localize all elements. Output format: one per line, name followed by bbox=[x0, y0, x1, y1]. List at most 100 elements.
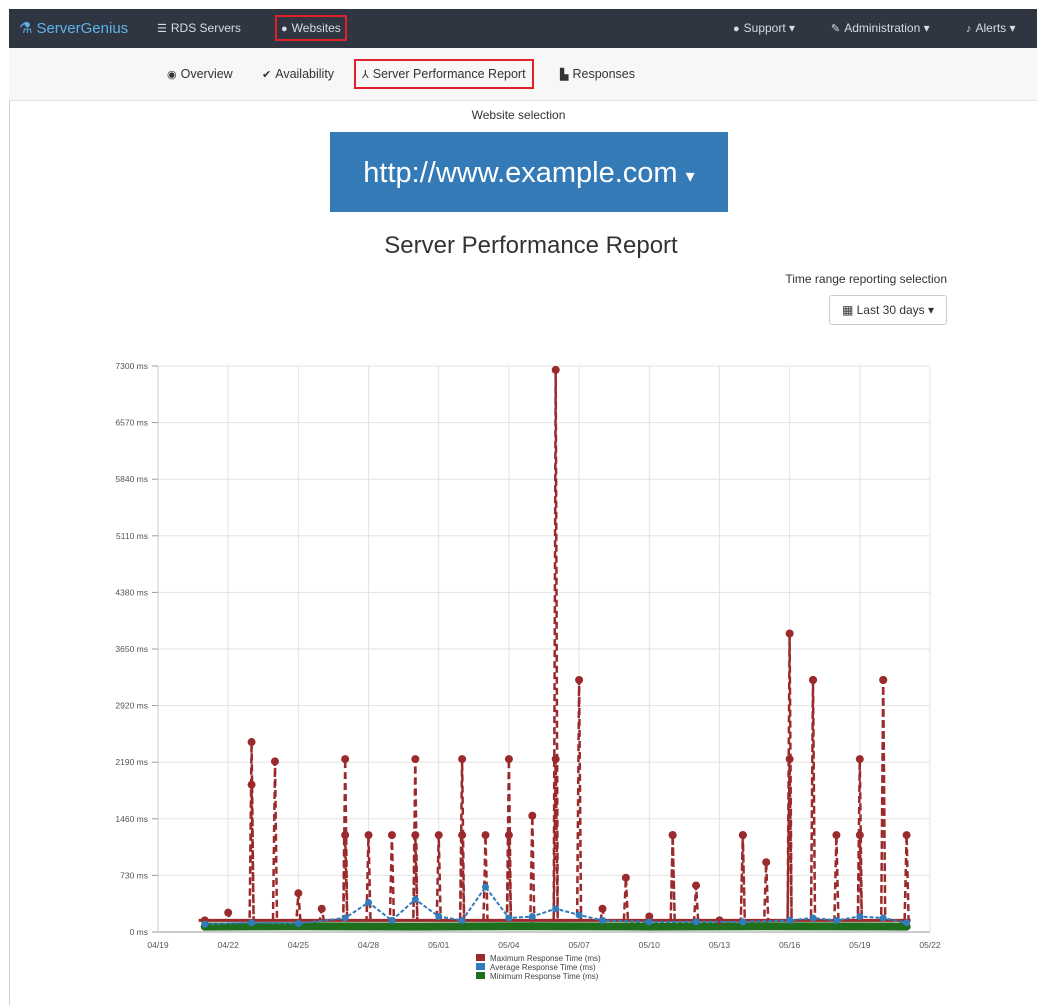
series-max-point bbox=[458, 755, 467, 764]
series-max-point bbox=[411, 831, 420, 840]
tab-responses[interactable]: ▙ Responses bbox=[560, 48, 635, 100]
series-max-point bbox=[270, 757, 279, 766]
legend-label: Maximum Response Time (ms) bbox=[490, 954, 601, 963]
globe-icon: ● bbox=[281, 23, 288, 35]
series-min-point bbox=[528, 922, 537, 931]
tab-responses-label: Responses bbox=[572, 67, 636, 81]
x-tick-label: 05/04 bbox=[498, 940, 520, 950]
series-max-point bbox=[902, 831, 911, 840]
file-icon: ▙ bbox=[560, 69, 569, 81]
nav-administration[interactable]: ✎ Administration ▾ bbox=[831, 9, 930, 48]
x-tick-label: 04/25 bbox=[288, 940, 310, 950]
series-max-point bbox=[364, 831, 373, 840]
sub-navbar: ◉ Overview ✔ Availability ⅄ Server Performa… bbox=[9, 48, 1037, 101]
series-avg-point bbox=[201, 920, 209, 928]
series-avg-point bbox=[809, 914, 817, 922]
nav-websites-label: Websites bbox=[291, 21, 341, 35]
series-avg-point bbox=[739, 918, 747, 926]
caret-down-icon: ▾ bbox=[923, 21, 930, 35]
series-min-point bbox=[411, 922, 420, 931]
time-range-label: Time range reporting selection bbox=[785, 272, 947, 286]
brand-link[interactable]: ⚗ ServerGenius bbox=[19, 9, 128, 48]
series-max-point bbox=[785, 755, 794, 764]
y-tick-label: 2920 ms bbox=[115, 701, 148, 711]
tab-server-performance-label: Server Performance Report bbox=[372, 67, 526, 81]
series-max-point bbox=[832, 831, 841, 840]
caret-down-icon: ▾ bbox=[1009, 21, 1016, 35]
legend-label: Minimum Response Time (ms) bbox=[490, 972, 599, 981]
series-max-point bbox=[762, 858, 771, 867]
x-tick-label: 05/19 bbox=[849, 940, 871, 950]
time-range-select[interactable]: ▦ Last 30 days ▾ bbox=[829, 295, 947, 325]
flask-icon: ⚗ bbox=[19, 20, 33, 37]
y-tick-label: 4380 ms bbox=[115, 587, 148, 597]
y-tick-label: 5840 ms bbox=[115, 474, 148, 484]
series-max-point bbox=[247, 780, 256, 789]
series-avg-point bbox=[645, 918, 653, 926]
calendar-icon: ▦ bbox=[841, 303, 854, 317]
series-max-point bbox=[341, 755, 350, 764]
series-max-point bbox=[341, 831, 350, 840]
nav-support-label: Support bbox=[743, 21, 786, 35]
y-tick-label: 730 ms bbox=[120, 870, 148, 880]
series-max-point bbox=[458, 831, 467, 840]
series-max-point bbox=[715, 916, 724, 925]
series-avg-point bbox=[388, 916, 396, 924]
nav-administration-label: Administration bbox=[844, 21, 921, 35]
x-tick-label: 05/13 bbox=[709, 940, 731, 950]
series-avg-point bbox=[856, 912, 864, 920]
series-avg-point bbox=[832, 916, 840, 924]
series-avg-point bbox=[365, 899, 373, 907]
response-time-chart: 0 ms 730 ms 1460 ms 2190 ms 2920 ms 3650 ms 43… bbox=[115, 361, 941, 981]
server-icon: ☰ bbox=[157, 23, 167, 35]
series-max-point bbox=[317, 904, 326, 913]
series-avg-point bbox=[528, 912, 536, 920]
y-tick-label: 2190 ms bbox=[115, 757, 148, 767]
series-avg-point bbox=[482, 883, 490, 891]
series-avg-point bbox=[879, 914, 887, 922]
series-max-line bbox=[198, 369, 910, 922]
y-tick-label: 0 ms bbox=[130, 927, 148, 937]
series-avg-point bbox=[575, 911, 583, 919]
website-select-value: http://www.example.com bbox=[363, 157, 678, 189]
series-max-point bbox=[224, 908, 233, 917]
nav-websites[interactable]: ● Websites bbox=[275, 15, 347, 41]
tab-server-performance-report[interactable]: ⅄ Server Performance Report bbox=[354, 59, 534, 89]
top-navbar: ⚗ ServerGenius ☰ RDS Servers ● Websites ● Su… bbox=[9, 9, 1037, 48]
x-tick-label: 05/10 bbox=[639, 940, 661, 950]
website-select-button[interactable]: http://www.example.com ▾ bbox=[330, 132, 728, 212]
series-max-point bbox=[692, 881, 701, 890]
caret-down-icon: ▾ bbox=[928, 303, 935, 317]
series-max-point bbox=[738, 831, 747, 840]
series-max-point bbox=[575, 676, 584, 685]
legend-label: Average Response Time (ms) bbox=[490, 963, 596, 972]
nav-support[interactable]: ● Support ▾ bbox=[733, 9, 795, 48]
tab-overview[interactable]: ◉ Overview bbox=[167, 48, 233, 100]
series-max-point bbox=[551, 365, 560, 374]
series-avg-point bbox=[248, 919, 256, 927]
caret-down-icon: ▾ bbox=[685, 166, 695, 186]
tab-availability[interactable]: ✔ Availability bbox=[262, 48, 334, 100]
series-max-point bbox=[504, 831, 513, 840]
website-selection-label: Website selection bbox=[471, 108, 566, 122]
y-tick-label: 6570 ms bbox=[115, 418, 148, 428]
series-max-point bbox=[809, 676, 818, 685]
x-tick-label: 05/16 bbox=[779, 940, 801, 950]
series-max-point bbox=[855, 755, 864, 764]
y-tick-label: 3650 ms bbox=[115, 644, 148, 654]
nav-rds-servers[interactable]: ☰ RDS Servers bbox=[157, 9, 241, 48]
x-tick-label: 04/22 bbox=[218, 940, 240, 950]
y-tick-label: 7300 ms bbox=[115, 361, 148, 371]
series-avg-point bbox=[903, 919, 911, 927]
series-max-point bbox=[551, 755, 560, 764]
series-avg-point bbox=[411, 895, 419, 903]
series-max-point bbox=[294, 889, 303, 898]
x-tick-label: 05/07 bbox=[568, 940, 590, 950]
series-max-point bbox=[411, 755, 420, 764]
y-tick-label: 5110 ms bbox=[116, 531, 148, 541]
series-avg-point bbox=[294, 919, 302, 927]
tab-overview-label: Overview bbox=[180, 67, 233, 81]
series-max-point bbox=[528, 811, 537, 820]
bell-icon: ♪ bbox=[966, 23, 972, 35]
nav-alerts[interactable]: ♪ Alerts ▾ bbox=[966, 9, 1016, 48]
